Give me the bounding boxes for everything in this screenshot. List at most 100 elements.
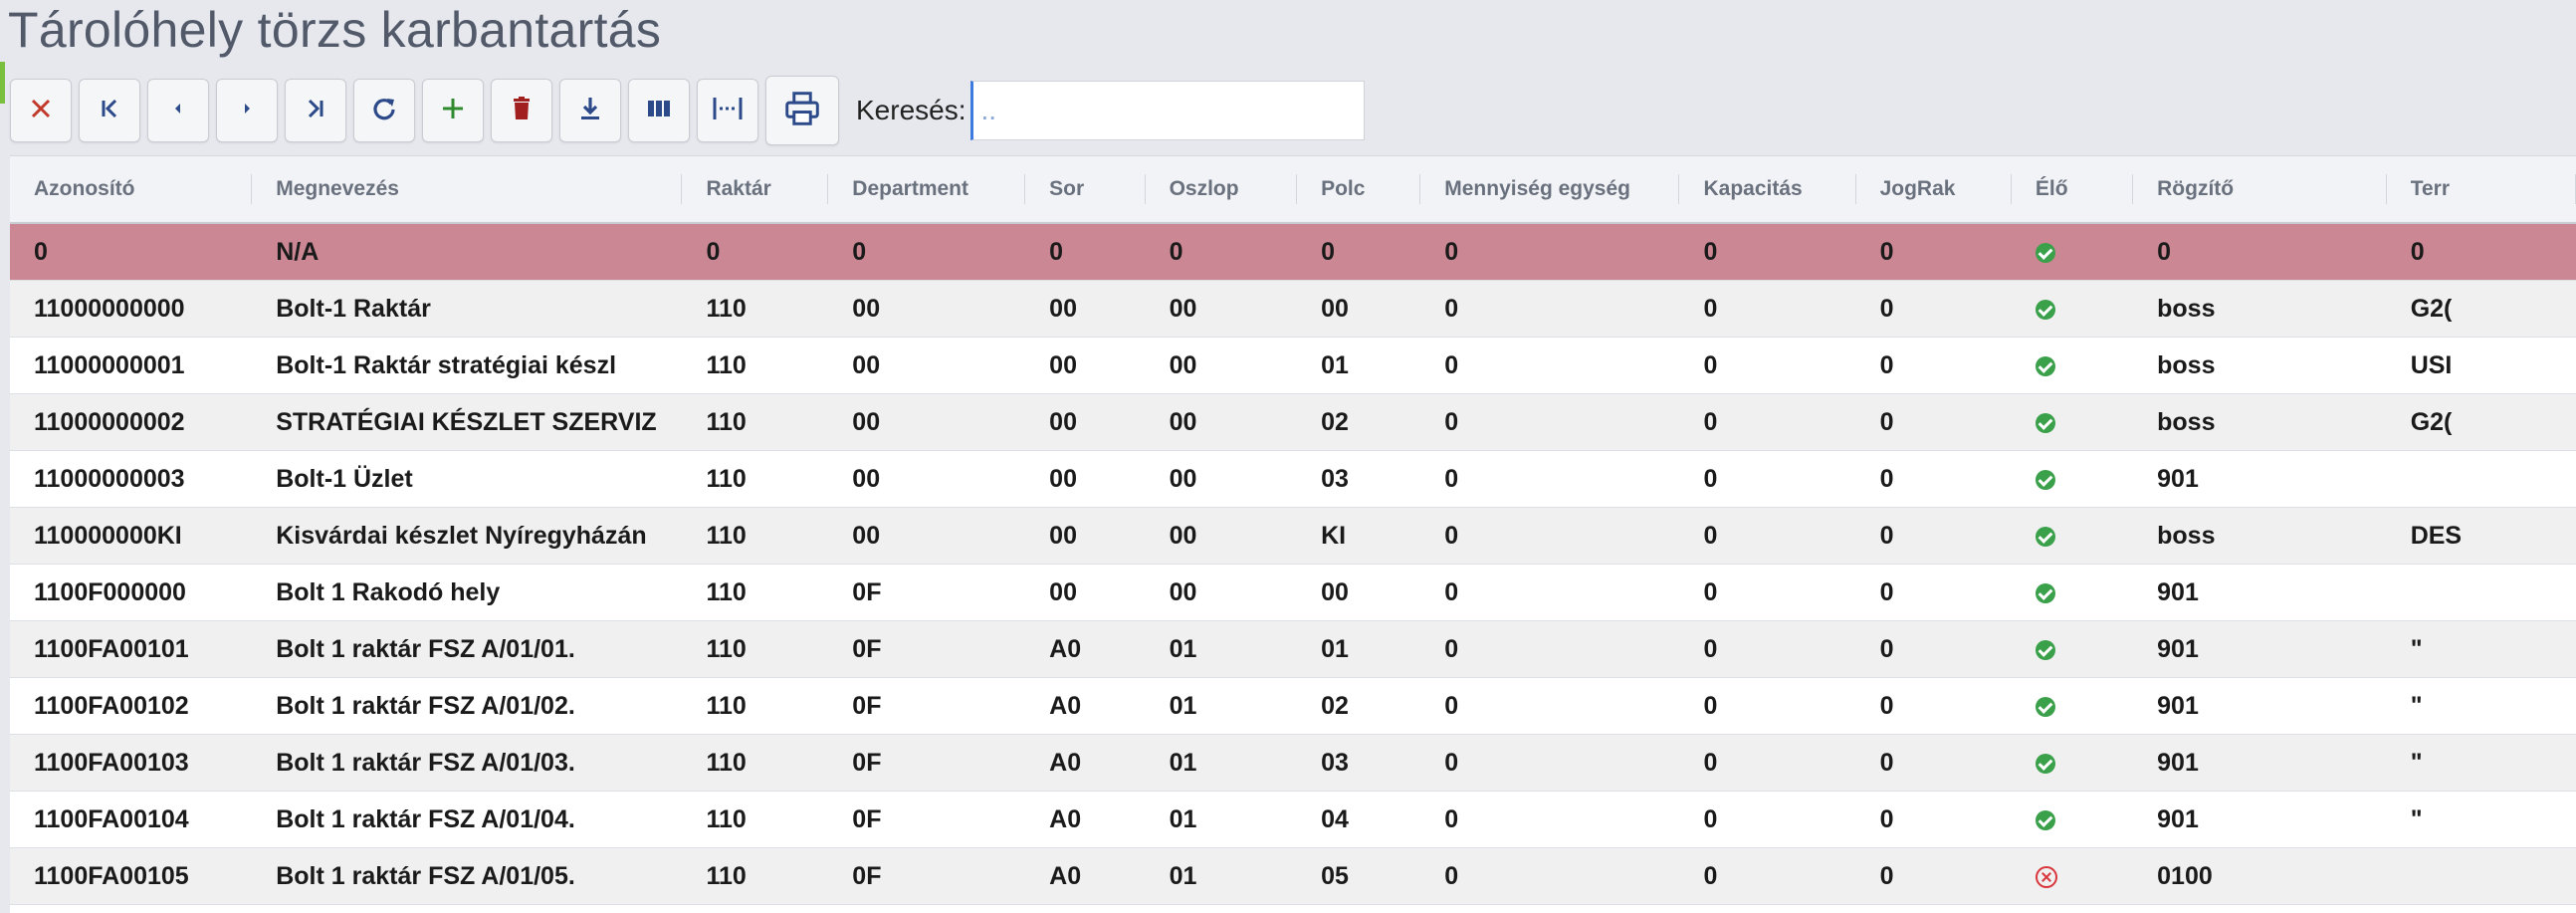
cell-department: 0F <box>852 862 882 890</box>
check-circle-icon <box>2035 470 2055 491</box>
cell-kapacitas: 0 <box>1703 465 1718 493</box>
last-page-button[interactable] <box>285 79 346 142</box>
print-button[interactable] <box>765 76 839 145</box>
cell-mennyiseg-egyseg: 0 <box>1444 351 1459 379</box>
col-terr-header[interactable]: Terr <box>2387 156 2576 222</box>
cell-sor: A0 <box>1049 862 1082 890</box>
cell-oszlop: 00 <box>1169 522 1197 550</box>
cell-terr <box>2387 848 2576 904</box>
cell-oszlop: 01 <box>1169 862 1197 890</box>
col-mennyiseg-egyseg-header[interactable]: Mennyiség egység <box>1420 156 1680 222</box>
close-button[interactable] <box>10 79 72 142</box>
next-page-button[interactable] <box>216 79 278 142</box>
cell-raktar: 110 <box>706 692 747 720</box>
check-circle-icon <box>2035 527 2055 548</box>
col-sor-header[interactable]: Sor <box>1025 156 1146 222</box>
cell-department: 00 <box>852 351 881 379</box>
add-icon <box>436 92 470 130</box>
cell-terr: 0 <box>2410 238 2425 266</box>
check-circle-icon <box>2035 583 2055 604</box>
cell-oszlop: 0 <box>1169 238 1183 266</box>
table-row[interactable]: 1100F000000 Bolt 1 Rakodó hely 110 0F 00 00 00… <box>10 565 2576 621</box>
cell-azonosito: 11000000003 <box>34 465 185 493</box>
search-input[interactable] <box>969 81 1365 140</box>
check-circle-icon <box>2035 640 2055 661</box>
cell-mennyiseg-egyseg: 0 <box>1444 749 1459 777</box>
col-kapacitas-header[interactable]: Kapacitás <box>1679 156 1856 222</box>
cell-department: 0F <box>852 578 882 606</box>
fit-columns-icon <box>711 92 745 130</box>
col-jograk-header[interactable]: JogRak <box>1856 156 2012 222</box>
cell-sor: 00 <box>1049 522 1077 550</box>
cell-terr: " <box>2410 749 2423 777</box>
cell-department: 00 <box>852 465 881 493</box>
cell-mennyiseg-egyseg: 0 <box>1444 862 1459 890</box>
grid-body: 0 N/A 0 0 0 0 0 0 0 0 0 0 11000000000 Bolt-1 Raktár 11… <box>10 224 2576 905</box>
prev-page-button[interactable] <box>147 79 209 142</box>
table-row[interactable]: 1100FA00105 Bolt 1 raktár FSZ A/01/05. 110… <box>10 848 2576 905</box>
add-button[interactable] <box>422 79 484 142</box>
table-row[interactable]: 11000000001 Bolt-1 Raktár stratégiai kész… <box>10 338 2576 394</box>
download-button[interactable] <box>559 79 621 142</box>
cell-terr: DES <box>2410 522 2463 550</box>
cell-sor: A0 <box>1049 749 1082 777</box>
table-row-selected[interactable]: 0 N/A 0 0 0 0 0 0 0 0 0 0 <box>10 224 2576 281</box>
x-circle-icon <box>2035 866 2057 889</box>
cell-raktar: 110 <box>706 295 747 323</box>
cell-mennyiseg-egyseg: 0 <box>1444 465 1459 493</box>
cell-megnevezes: Bolt-1 Raktár <box>276 295 431 323</box>
col-rogzito-header[interactable]: Rögzítő <box>2133 156 2387 222</box>
cell-polc: 00 <box>1321 578 1349 606</box>
cell-rogzito: boss <box>2157 522 2216 550</box>
cell-department: 0F <box>852 692 882 720</box>
cell-sor: 00 <box>1049 408 1077 436</box>
columns-button[interactable] <box>628 79 690 142</box>
cell-department: 0 <box>852 238 867 266</box>
cell-raktar: 110 <box>706 351 747 379</box>
cell-megnevezes: Bolt 1 raktár FSZ A/01/04. <box>276 805 575 833</box>
cell-raktar: 0 <box>706 238 721 266</box>
cell-rogzito: boss <box>2157 351 2216 379</box>
first-page-icon <box>93 92 126 130</box>
data-grid: Azonosító Megnevezés Raktár Department Sor Os… <box>10 155 2576 913</box>
table-row[interactable]: 1100FA00103 Bolt 1 raktár FSZ A/01/03. 110… <box>10 735 2576 792</box>
col-megnevezes-header[interactable]: Megnevezés <box>252 156 683 222</box>
col-polc-header[interactable]: Polc <box>1297 156 1421 222</box>
cell-oszlop: 00 <box>1169 465 1197 493</box>
table-row[interactable]: 1100FA00104 Bolt 1 raktár FSZ A/01/04. 110… <box>10 792 2576 848</box>
delete-icon <box>505 92 538 130</box>
table-row[interactable]: 11000000002 STRATÉGIAI KÉSZLET SZERVIZ 110… <box>10 394 2576 451</box>
cell-mennyiseg-egyseg: 0 <box>1444 578 1459 606</box>
next-page-icon <box>230 92 264 130</box>
table-row[interactable]: 1100FA00102 Bolt 1 raktár FSZ A/01/02. 110… <box>10 678 2576 735</box>
cell-elo <box>2012 394 2133 450</box>
col-oszlop-header[interactable]: Oszlop <box>1146 156 1298 222</box>
table-row[interactable]: 110000000KI Kisvárdai készlet Nyíregyházá… <box>10 508 2576 565</box>
cell-jograk: 0 <box>1879 692 1894 720</box>
table-row[interactable]: 1100FA00101 Bolt 1 raktár FSZ A/01/01. 110… <box>10 621 2576 678</box>
col-department-header[interactable]: Department <box>828 156 1026 222</box>
cell-mennyiseg-egyseg: 0 <box>1444 522 1459 550</box>
cell-sor: 00 <box>1049 351 1077 379</box>
refresh-button[interactable] <box>353 79 415 142</box>
cell-department: 00 <box>852 408 881 436</box>
cell-polc: 02 <box>1321 408 1349 436</box>
col-elo-header[interactable]: Élő <box>2012 156 2134 222</box>
table-row[interactable]: 11000000003 Bolt-1 Üzlet 110 00 00 00 03 0 0 0 901 <box>10 451 2576 508</box>
first-page-button[interactable] <box>79 79 140 142</box>
cell-jograk: 0 <box>1879 295 1894 323</box>
table-row[interactable]: 11000000000 Bolt-1 Raktár 110 00 00 00 00 0 0 0 bo… <box>10 281 2576 338</box>
cell-kapacitas: 0 <box>1703 408 1718 436</box>
cell-polc: KI <box>1321 522 1347 550</box>
cell-department: 00 <box>852 295 881 323</box>
cell-megnevezes: Bolt 1 Rakodó hely <box>276 578 501 606</box>
col-raktar-header[interactable]: Raktár <box>682 156 829 222</box>
cell-rogzito: 901 <box>2157 635 2199 663</box>
cell-polc: 04 <box>1321 805 1349 833</box>
cell-jograk: 0 <box>1879 408 1894 436</box>
cell-elo <box>2012 338 2133 393</box>
cell-oszlop: 00 <box>1169 351 1197 379</box>
fit-columns-button[interactable] <box>697 79 758 142</box>
col-azonosito-header[interactable]: Azonosító <box>10 156 253 222</box>
delete-button[interactable] <box>491 79 552 142</box>
